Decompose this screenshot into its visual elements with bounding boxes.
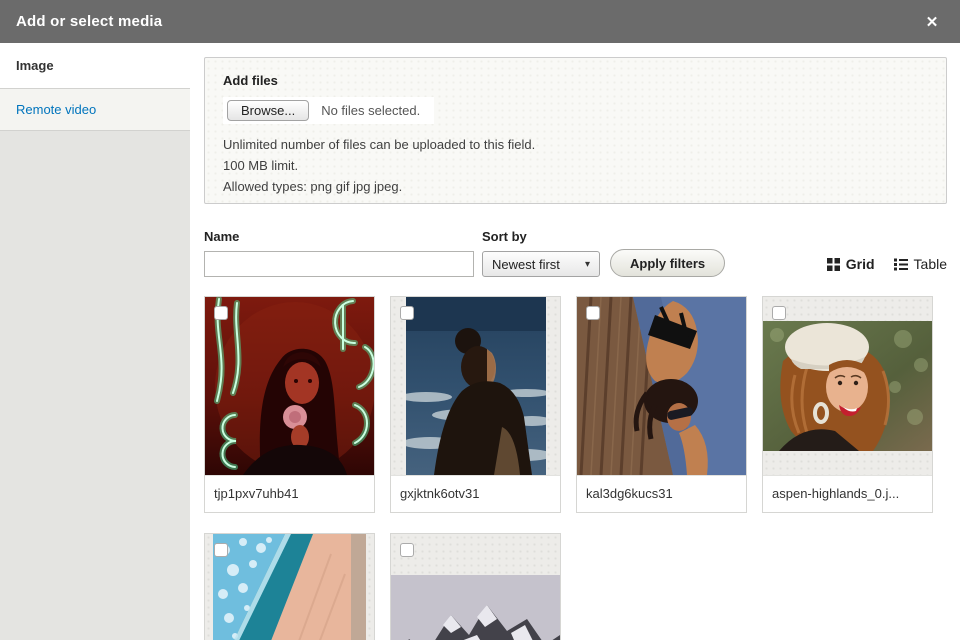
name-filter-label: Name xyxy=(204,229,240,244)
media-card: aspen-highlands_0.j... xyxy=(762,296,933,513)
sort-by-label: Sort by xyxy=(482,229,527,244)
close-icon[interactable]: ✕ xyxy=(920,10,944,34)
sidebar-item-label: Remote video xyxy=(16,102,97,117)
media-name: gxjktnk6otv31 xyxy=(391,475,560,512)
media-card: kal3dg6kucs31 xyxy=(576,296,747,513)
photo-snowy-mountains xyxy=(391,575,560,640)
media-thumbnail[interactable] xyxy=(205,534,374,640)
media-name: kal3dg6kucs31 xyxy=(577,475,746,512)
sidebar-item-image[interactable]: Image xyxy=(0,43,190,88)
upload-panel: Add files Browse... No files selected. U… xyxy=(204,57,947,204)
media-thumbnail[interactable] xyxy=(391,534,560,640)
media-thumbnail[interactable] xyxy=(205,297,374,475)
modal-header: Add or select media ✕ xyxy=(0,0,960,43)
media-item-checkbox[interactable] xyxy=(214,306,228,320)
table-icon xyxy=(893,258,908,270)
apply-filters-button[interactable]: Apply filters xyxy=(610,249,726,277)
photo-aerial-beach xyxy=(213,534,366,640)
sidebar-item-remote-video[interactable]: Remote video xyxy=(0,88,190,131)
media-item-checkbox[interactable] xyxy=(214,543,228,557)
photo-lounger-woman xyxy=(577,297,746,475)
photo-sea-silhouette xyxy=(405,297,546,475)
file-input-row: Browse... No files selected. xyxy=(223,97,435,124)
modal-title: Add or select media xyxy=(16,13,163,30)
sort-select[interactable]: Newest first ▾ xyxy=(482,251,600,277)
no-files-text: No files selected. xyxy=(321,103,421,118)
media-item-checkbox[interactable] xyxy=(400,543,414,557)
upload-help-line: Allowed types: png gif jpg jpeg. xyxy=(223,179,403,194)
media-item-checkbox[interactable] xyxy=(400,306,414,320)
sort-select-value: Newest first xyxy=(492,256,560,272)
upload-help-line: Unlimited number of files can be uploade… xyxy=(223,137,536,152)
photo-neon-woman xyxy=(205,297,374,475)
chevron-down-icon: ▾ xyxy=(584,258,590,270)
media-name: aspen-highlands_0.j... xyxy=(763,475,932,512)
media-card: tjp1pxv7uhb41 xyxy=(204,296,375,513)
view-toggles: Grid Table xyxy=(826,256,947,277)
grid-icon xyxy=(826,257,840,271)
browse-button[interactable]: Browse... xyxy=(227,100,310,121)
media-card xyxy=(204,533,375,640)
table-view-toggle[interactable]: Table xyxy=(893,256,947,272)
media-library-content: Add files Browse... No files selected. U… xyxy=(190,43,960,640)
media-item-checkbox[interactable] xyxy=(772,306,786,320)
media-thumbnail[interactable] xyxy=(763,297,932,475)
media-type-sidebar: Image Remote video xyxy=(0,43,190,640)
table-toggle-label: Table xyxy=(913,256,947,272)
add-files-label: Add files xyxy=(223,73,278,88)
sidebar-item-label: Image xyxy=(16,58,54,73)
grid-toggle-label: Grid xyxy=(845,256,875,272)
media-item-checkbox[interactable] xyxy=(586,306,600,320)
media-card: gxjktnk6otv31 xyxy=(390,296,561,513)
upload-help-line: 100 MB limit. xyxy=(223,158,299,173)
filter-row: Name Sort by Newest first ▾ Apply filter… xyxy=(204,218,947,277)
name-filter-input[interactable] xyxy=(204,251,474,277)
media-grid: tjp1pxv7uhb41 gxjktnk6otv31 kal3dg6kucs3… xyxy=(204,296,947,640)
media-card xyxy=(390,533,561,640)
grid-view-toggle[interactable]: Grid xyxy=(826,256,875,272)
media-thumbnail[interactable] xyxy=(391,297,560,475)
photo-beret-woman xyxy=(763,321,932,451)
media-name: tjp1pxv7uhb41 xyxy=(205,475,374,512)
media-thumbnail[interactable] xyxy=(577,297,746,475)
